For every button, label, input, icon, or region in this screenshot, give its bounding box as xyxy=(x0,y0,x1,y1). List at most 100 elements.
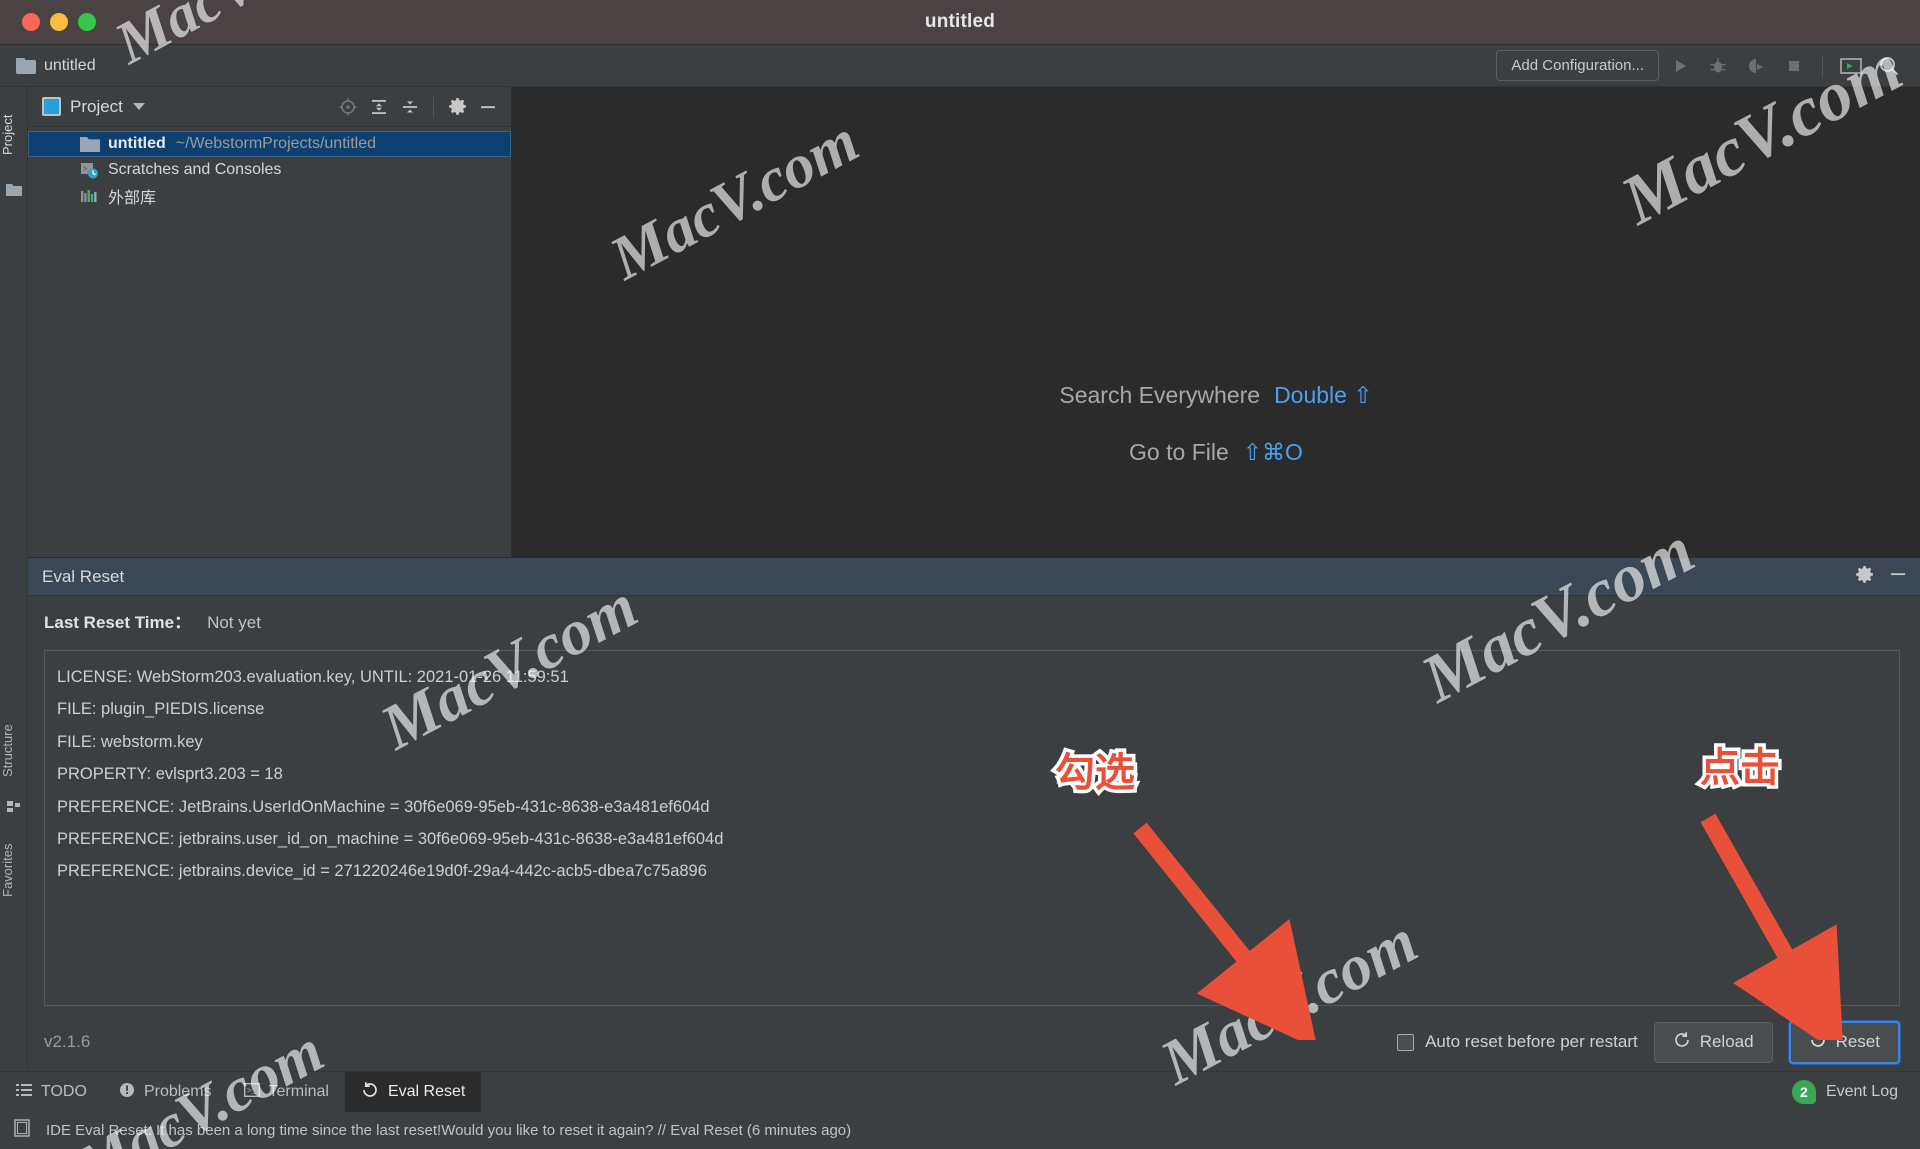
chevron-down-icon[interactable] xyxy=(132,103,145,110)
last-reset-time-value: Not yet xyxy=(207,613,261,632)
found-log-box[interactable]: LICENSE: WebStorm203.evaluation.key, UNT… xyxy=(44,650,1900,1006)
left-tool-strip: Project Structure Favorites xyxy=(0,87,28,1133)
eval-reset-footer: v2.1.6 Auto reset before per restart Rel… xyxy=(28,1013,1920,1071)
reset-button[interactable]: Reset xyxy=(1788,1020,1900,1064)
last-reset-time-row: Last Reset Time： Not yet xyxy=(44,608,1902,633)
folder-icon xyxy=(6,183,22,199)
window-title-bar: untitled xyxy=(0,0,1920,45)
project-pane-tools xyxy=(335,94,501,120)
event-log-badge: 2 xyxy=(1791,1080,1816,1104)
search-icon[interactable] xyxy=(1872,51,1906,81)
shortcut-row: Go to File ⇧⌘O xyxy=(1129,439,1303,466)
tools-divider xyxy=(433,96,434,117)
eval-reset-actions: Auto reset before per restart Reload Res… xyxy=(1397,1020,1900,1064)
external-libraries-icon xyxy=(80,188,100,205)
note-icon[interactable] xyxy=(14,1119,30,1142)
reset-icon xyxy=(1809,1031,1827,1054)
main-toolbar: untitled Add Configuration... xyxy=(0,45,1920,87)
status-message: IDE Eval Reset: It has been a long time … xyxy=(46,1122,852,1139)
todo-icon xyxy=(16,1083,32,1102)
window-title: untitled xyxy=(924,11,996,32)
sidebar-item-favorites[interactable]: Favorites xyxy=(0,827,28,913)
run-icon[interactable] xyxy=(1663,51,1697,81)
coverage-icon[interactable] xyxy=(1739,51,1773,81)
event-log-entry[interactable]: 2 Event Log xyxy=(1791,1080,1898,1104)
locate-icon[interactable] xyxy=(335,94,361,120)
eval-reset-tool-window: Eval Reset Last Reset Time：Not yet Found… xyxy=(28,557,1920,1071)
tree-item-name: Scratches and Consoles xyxy=(108,161,282,178)
project-tool-window: Project untitled ~/WebstormProjects/unti… xyxy=(28,87,512,557)
reset-button-label: Reset xyxy=(1835,1032,1880,1051)
tab-label: Terminal xyxy=(268,1083,329,1100)
debug-icon[interactable] xyxy=(1701,51,1735,81)
shortcut-action: Search Everywhere xyxy=(1059,382,1261,408)
minimize-icon[interactable] xyxy=(1888,564,1908,589)
terminal-icon: >_ xyxy=(243,1082,260,1102)
shortcut-keys: ⇧⌘O xyxy=(1242,439,1303,465)
log-line: FILE: webstorm.key xyxy=(57,732,203,751)
tab-eval-reset[interactable]: Eval Reset xyxy=(344,1071,482,1113)
tree-item-name: untitled xyxy=(108,135,166,152)
log-line: PROPERTY: evlsprt3.203 = 18 xyxy=(57,765,283,784)
structure-icon xyxy=(6,799,22,815)
status-bar: IDE Eval Reset: It has been a long time … xyxy=(0,1112,1920,1149)
editor-shortcuts-hint: Search Everywhere Double ⇧ Go to File ⇧⌘… xyxy=(512,382,1920,466)
tab-label: TODO xyxy=(41,1083,87,1100)
collapse-all-icon[interactable] xyxy=(397,94,423,120)
refresh-icon xyxy=(1673,1031,1691,1054)
toolbar-divider xyxy=(1822,54,1823,77)
reload-button[interactable]: Reload xyxy=(1653,1021,1773,1063)
reload-button-label: Reload xyxy=(1699,1032,1754,1051)
ide-window: untitled untitled Add Configuration... P… xyxy=(0,0,1920,1149)
svg-text:>_: >_ xyxy=(247,1087,257,1096)
project-icon xyxy=(42,97,61,116)
folder-icon xyxy=(80,136,100,153)
auto-reset-checkbox-row[interactable]: Auto reset before per restart xyxy=(1397,1032,1638,1052)
tab-label: Problems xyxy=(143,1083,212,1100)
tab-todo[interactable]: TODO xyxy=(0,1072,103,1113)
tree-item-scratches[interactable]: >_ Scratches and Consoles xyxy=(28,157,511,183)
project-pane-title: Project xyxy=(70,96,123,116)
last-reset-time-label: Last Reset Time： xyxy=(44,613,192,632)
tree-item-external-libraries[interactable]: 外部库 xyxy=(28,183,511,209)
gear-icon[interactable] xyxy=(1855,565,1874,589)
tool-window-tab-bar: TODO Problems >_ Terminal Eval Reset 2 E… xyxy=(0,1071,1920,1113)
auto-reset-checkbox[interactable] xyxy=(1397,1033,1415,1051)
editor-area: Search Everywhere Double ⇧ Go to File ⇧⌘… xyxy=(512,87,1920,557)
event-log-label: Event Log xyxy=(1825,1083,1898,1100)
add-configuration-button[interactable]: Add Configuration... xyxy=(1496,50,1659,81)
auto-reset-label: Auto reset before per restart xyxy=(1425,1032,1638,1051)
stop-icon[interactable] xyxy=(1777,51,1811,81)
tab-terminal[interactable]: >_ Terminal xyxy=(228,1072,345,1113)
tree-item-path: ~/WebstormProjects/untitled xyxy=(175,135,376,152)
eval-reset-header: Eval Reset xyxy=(28,558,1920,596)
folder-icon xyxy=(16,57,36,74)
scratches-icon: >_ xyxy=(80,162,100,179)
shortcut-action: Go to File xyxy=(1129,439,1229,465)
gear-icon[interactable] xyxy=(444,94,470,120)
tree-item-untitled[interactable]: untitled ~/WebstormProjects/untitled xyxy=(28,131,511,157)
eval-reset-title: Eval Reset xyxy=(42,566,125,586)
annotation-click: 点击 xyxy=(1697,742,1784,795)
annotation-check: 勾选 xyxy=(1052,747,1139,800)
log-line: PREFERENCE: jetbrains.user_id_on_machine… xyxy=(57,830,724,849)
breadcrumb-project-name: untitled xyxy=(44,56,96,74)
log-line: FILE: plugin_PIEDIS.license xyxy=(57,700,265,719)
tab-problems[interactable]: Problems xyxy=(103,1072,228,1113)
sidebar-item-project[interactable]: Project xyxy=(0,95,28,175)
tree-item-name: 外部库 xyxy=(108,190,157,207)
shortcut-row: Search Everywhere Double ⇧ xyxy=(1059,382,1372,409)
terminal-icon[interactable] xyxy=(1834,51,1868,81)
sidebar-item-structure[interactable]: Structure xyxy=(0,707,28,795)
project-pane-header: Project xyxy=(28,87,511,127)
version-label: v2.1.6 xyxy=(44,1032,91,1051)
log-line: LICENSE: WebStorm203.evaluation.key, UNT… xyxy=(57,668,569,686)
breadcrumb[interactable]: untitled xyxy=(16,57,96,75)
minimize-icon[interactable] xyxy=(475,94,501,120)
shortcut-keys: Double ⇧ xyxy=(1274,382,1373,408)
log-line: PREFERENCE: JetBrains.UserIdOnMachine = … xyxy=(57,797,710,816)
problems-icon xyxy=(119,1082,135,1103)
project-tree: untitled ~/WebstormProjects/untitled >_ … xyxy=(28,127,511,209)
tab-label: Eval Reset xyxy=(387,1083,466,1100)
expand-all-icon[interactable] xyxy=(366,94,392,120)
